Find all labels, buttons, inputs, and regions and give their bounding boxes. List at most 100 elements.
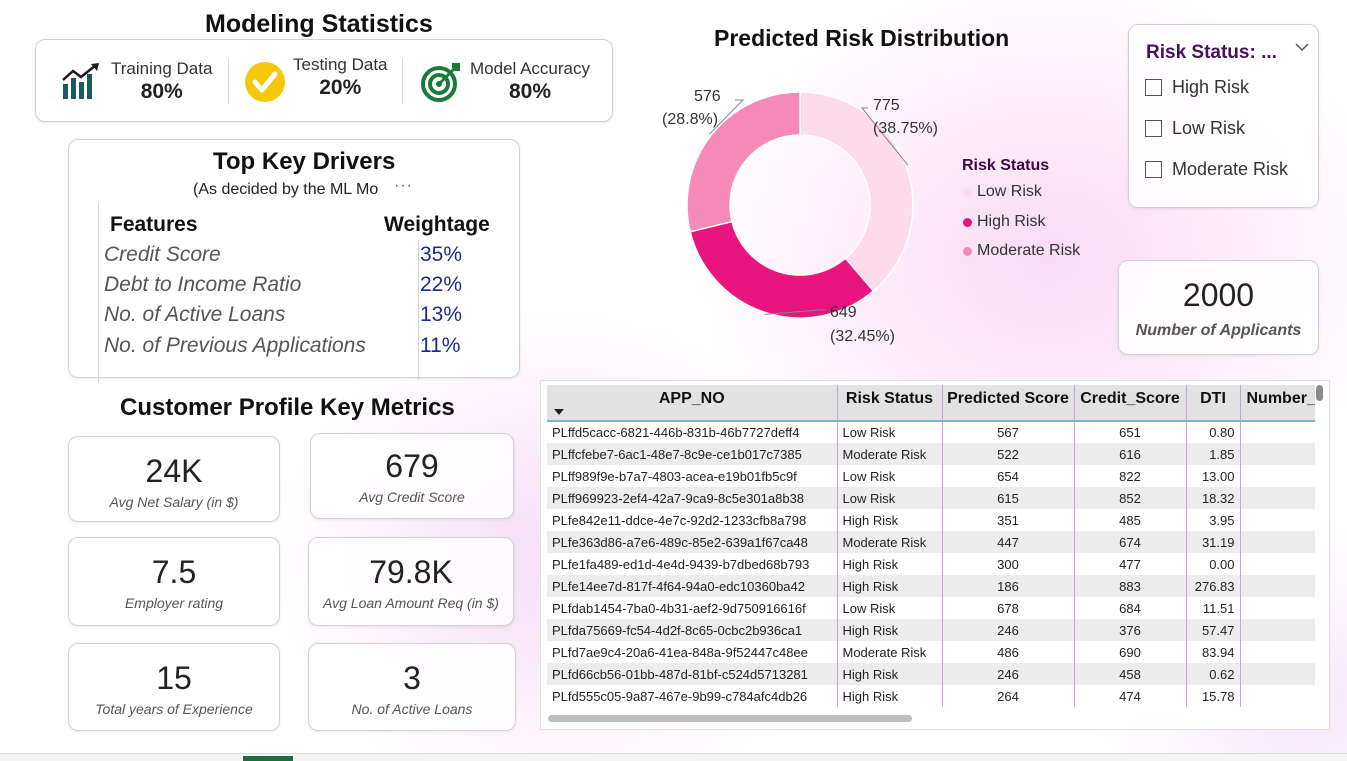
column-header-dti[interactable]: DTI — [1186, 385, 1241, 421]
customer-profile-title: Customer Profile Key Metrics — [120, 394, 455, 421]
column-header-risk-status[interactable]: Risk Status — [837, 385, 943, 421]
horizontal-scrollbar[interactable] — [548, 715, 912, 722]
driver-feature: No. of Previous Applications — [104, 334, 366, 357]
kpi-caption: Avg Net Salary (in $) — [109, 494, 239, 510]
chart-title: Predicted Risk Distribution — [714, 25, 1010, 51]
table-row[interactable]: PLfe14ee7d-817f-4f64-94a0-edc10360ba42 Hi… — [547, 575, 1315, 597]
table-cell: 18.32 — [1186, 487, 1241, 509]
table-row[interactable]: PLfe1fa489-ed1d-4e4d-9439-b7dbed68b793 Hi… — [547, 553, 1315, 575]
table-cell: 567 — [942, 421, 1075, 443]
table-row[interactable]: PLfd7ae9c4-20a6-41ea-848a-9f52447c48ee Mo… — [547, 641, 1315, 663]
modeling-statistics-title: Modeling Statistics — [205, 10, 433, 38]
applicants-card: 2000 Number of Applicants — [1118, 260, 1319, 355]
table-cell: 83.94 — [1186, 641, 1241, 663]
column-header-predicted-score[interactable]: Predicted Score — [942, 385, 1075, 421]
table-cell: High Risk — [837, 509, 943, 531]
table-row[interactable]: PLfd555c05-9a87-467e-9b99-c784afc4db26 Hi… — [547, 685, 1315, 707]
table-cell: 264 — [942, 685, 1075, 707]
table-row[interactable]: PLfdab1454-7ba0-4b31-aef2-9d750916616f Lo… — [547, 597, 1315, 619]
table-cell — [1240, 443, 1315, 465]
table-cell: 678 — [942, 597, 1075, 619]
table-row[interactable]: PLff969923-2ef4-42a7-9ca9-8c5e301a8b38 Lo… — [547, 487, 1315, 509]
kpi-card-loan-amount: 79.8K Avg Loan Amount Req (in $) — [308, 537, 514, 626]
table-cell: Low Risk — [837, 421, 943, 443]
slicer-option-low-risk[interactable]: Low Risk — [1145, 118, 1245, 139]
table-cell: 186 — [942, 575, 1075, 597]
table-row[interactable]: PLfda75669-fc54-4d2f-8c65-0cbc2b936ca1 Hi… — [547, 619, 1315, 641]
table-cell: 3.95 — [1186, 509, 1241, 531]
vertical-scrollbar[interactable] — [1316, 385, 1323, 401]
kpi-caption: Total years of Experience — [95, 701, 253, 717]
legend-label: Moderate Risk — [977, 242, 1081, 259]
table-cell — [1240, 531, 1315, 553]
kpi-caption: Avg Credit Score — [359, 489, 465, 505]
table-row[interactable]: PLfd66cb56-01bb-487d-81bf-c524d5713281 Hi… — [547, 663, 1315, 685]
modeling-statistics-card: Training Data 80% Testing Data 20% Model… — [35, 39, 613, 122]
model-accuracy-label: Model Accuracy — [470, 59, 590, 78]
more-options-icon[interactable]: ··· — [394, 177, 413, 195]
table-row[interactable]: PLffd5cacc-6821-446b-831b-46b7727deff4 Lo… — [547, 421, 1315, 443]
table-cell: 0.80 — [1186, 421, 1241, 443]
table-cell — [1240, 575, 1315, 597]
legend-dot — [963, 246, 972, 256]
table-cell: Moderate Risk — [837, 641, 943, 663]
model-accuracy-stat: Model Accuracy 80% — [420, 40, 590, 123]
checkbox[interactable] — [1145, 79, 1162, 96]
table-cell: PLfe842e11-ddce-4e7c-92d2-1233cfb8a798 — [547, 509, 838, 531]
features-header: Features — [110, 213, 198, 236]
checkbox[interactable] — [1145, 161, 1162, 178]
table-cell — [1240, 553, 1315, 575]
table-cell: PLfda75669-fc54-4d2f-8c65-0cbc2b936ca1 — [547, 619, 838, 641]
table-cell: 447 — [942, 531, 1075, 553]
kpi-card-employer-rating: 7.5 Employer rating — [68, 537, 280, 626]
table-cell: PLfdab1454-7ba0-4b31-aef2-9d750916616f — [547, 597, 838, 619]
applications-table[interactable]: APP_NO Risk Status Predicted Score Credi… — [547, 385, 1315, 710]
table-cell: Moderate Risk — [837, 443, 943, 465]
applicants-count: 2000 — [1182, 277, 1255, 313]
table-cell: 522 — [942, 443, 1075, 465]
table-cell: 485 — [1074, 509, 1187, 531]
driver-feature: No. of Active Loans — [104, 303, 286, 326]
chevron-down-icon[interactable] — [1295, 40, 1309, 54]
kpi-value: 79.8K — [369, 554, 453, 590]
driver-weight: 35% — [420, 243, 463, 266]
label-low-value: 775 — [873, 97, 900, 114]
table-cell: 15.78 — [1186, 685, 1241, 707]
sort-desc-icon[interactable] — [554, 409, 564, 415]
column-header-number[interactable]: Number_ — [1240, 385, 1315, 421]
column-header-credit-score[interactable]: Credit_Score — [1074, 385, 1187, 421]
table-cell — [1240, 487, 1315, 509]
table-cell: High Risk — [837, 553, 943, 575]
column-header-app-no[interactable]: APP_NO — [547, 385, 838, 421]
table-cell: Moderate Risk — [837, 531, 943, 553]
driver-weight: 13% — [420, 303, 463, 326]
slicer-option-moderate-risk[interactable]: Moderate Risk — [1145, 159, 1288, 180]
slicer-option-high-risk[interactable]: High Risk — [1145, 77, 1249, 98]
legend-item-low-risk[interactable]: Low Risk — [963, 183, 1042, 201]
slicer-option-label: Low Risk — [1172, 118, 1246, 138]
legend-title: Risk Status — [962, 157, 1050, 174]
driver-feature: Debt to Income Ratio — [104, 273, 302, 296]
table-cell: 852 — [1074, 487, 1187, 509]
table-cell: 246 — [942, 619, 1075, 641]
active-page-tab[interactable] — [243, 756, 293, 761]
legend-item-moderate-risk[interactable]: Moderate Risk — [963, 242, 1080, 260]
kpi-caption: Avg Loan Amount Req (in $) — [323, 595, 499, 611]
label-moderate-pct: (28.8%) — [662, 111, 718, 128]
table-cell: PLfd555c05-9a87-467e-9b99-c784afc4db26 — [547, 685, 838, 707]
table-row[interactable]: PLfe842e11-ddce-4e7c-92d2-1233cfb8a798 Hi… — [547, 509, 1315, 531]
kpi-value: 679 — [385, 448, 439, 484]
table-cell: 0.00 — [1186, 553, 1241, 575]
driver-feature: Credit Score — [104, 243, 221, 266]
table-row[interactable]: PLff989f9e-b7a7-4803-acea-e19b01fb5c9f Lo… — [547, 465, 1315, 487]
table-cell: PLfd7ae9c4-20a6-41ea-848a-9f52447c48ee — [547, 641, 838, 663]
table-cell: PLfe363d86-a7e6-489c-85e2-639a1f67ca48 — [547, 531, 838, 553]
table-cell: 0.62 — [1186, 663, 1241, 685]
risk-donut-chart[interactable]: 775 (38.75%) 649 (32.45%) 576 (28.8%) — [640, 70, 960, 360]
table-row[interactable]: PLfe363d86-a7e6-489c-85e2-639a1f67ca48 Mo… — [547, 531, 1315, 553]
legend-item-high-risk[interactable]: High Risk — [963, 213, 1045, 231]
table-cell — [1240, 465, 1315, 487]
checkbox[interactable] — [1145, 120, 1162, 137]
table-cell: 474 — [1074, 685, 1187, 707]
table-row[interactable]: PLffcfebe7-6ac1-48e7-8c9e-ce1b017c7385 Mo… — [547, 443, 1315, 465]
